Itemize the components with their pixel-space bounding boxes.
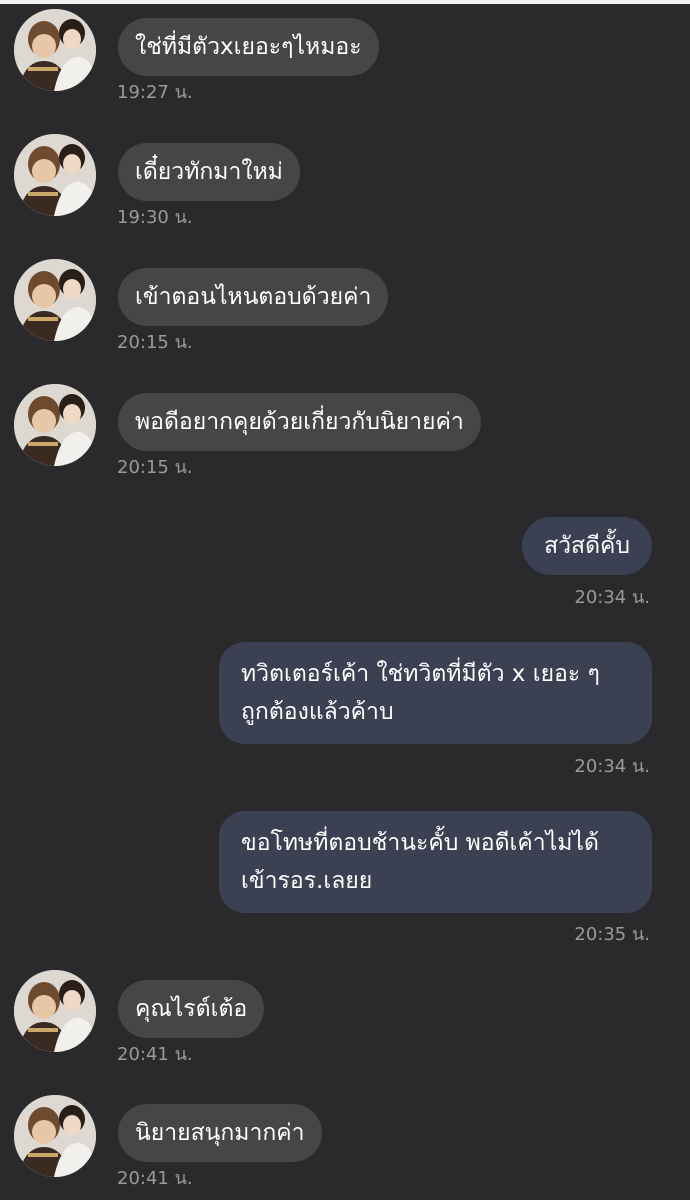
incoming-message-bubble[interactable]: เข้าตอนไหนตอบด้วยค่า — [118, 268, 389, 326]
contact-avatar[interactable] — [14, 384, 96, 466]
outgoing-message-bubble[interactable]: สวัสดีคั้บ — [522, 517, 652, 575]
message-line: ถูกต้องแล้วค้าบ — [241, 699, 394, 725]
message-timestamp: 19:27 น. — [117, 82, 193, 103]
message-timestamp: 20:15 น. — [117, 332, 193, 353]
message-line: เข้ารอร.เลยย — [241, 868, 373, 894]
incoming-message-bubble[interactable]: ใช่ที่มีตัวxเยอะๆไหมอะ — [118, 18, 379, 76]
message-timestamp: 20:41 น. — [117, 1044, 193, 1065]
message-timestamp: 20:34 น. — [574, 756, 650, 777]
incoming-message-bubble[interactable]: พอดีอยากคุยด้วยเกี่ยวกับนิยายค่า — [118, 393, 481, 451]
top-edge — [0, 0, 690, 4]
contact-avatar[interactable] — [14, 134, 96, 216]
contact-avatar[interactable] — [14, 9, 96, 91]
message-timestamp: 20:34 น. — [574, 587, 650, 608]
incoming-message-bubble[interactable]: นิยายสนุกมากค่า — [118, 1104, 322, 1162]
contact-avatar[interactable] — [14, 259, 96, 341]
outgoing-message-bubble[interactable]: ทวิตเตอร์เค้า ใช่ทวิตที่มีตัว x เยอะ ๆ ถ… — [219, 642, 652, 744]
message-timestamp: 20:15 น. — [117, 457, 193, 478]
message-timestamp: 20:41 น. — [117, 1168, 193, 1189]
incoming-message-bubble[interactable]: เดี๋ยวทักมาใหม่ — [118, 143, 300, 201]
contact-avatar[interactable] — [14, 970, 96, 1052]
message-line: ขอโทษที่ตอบช้านะคั้บ พอดีเค้าไม่ได้ — [241, 830, 599, 856]
contact-avatar[interactable] — [14, 1095, 96, 1177]
message-line: ทวิตเตอร์เค้า ใช่ทวิตที่มีตัว x เยอะ ๆ — [241, 661, 600, 687]
incoming-message-bubble[interactable]: คุณไรต์เต้อ — [118, 980, 265, 1038]
message-timestamp: 19:30 น. — [117, 207, 193, 228]
message-timestamp: 20:35 น. — [574, 924, 650, 945]
outgoing-message-bubble[interactable]: ขอโทษที่ตอบช้านะคั้บ พอดีเค้าไม่ได้ เข้า… — [219, 811, 652, 913]
